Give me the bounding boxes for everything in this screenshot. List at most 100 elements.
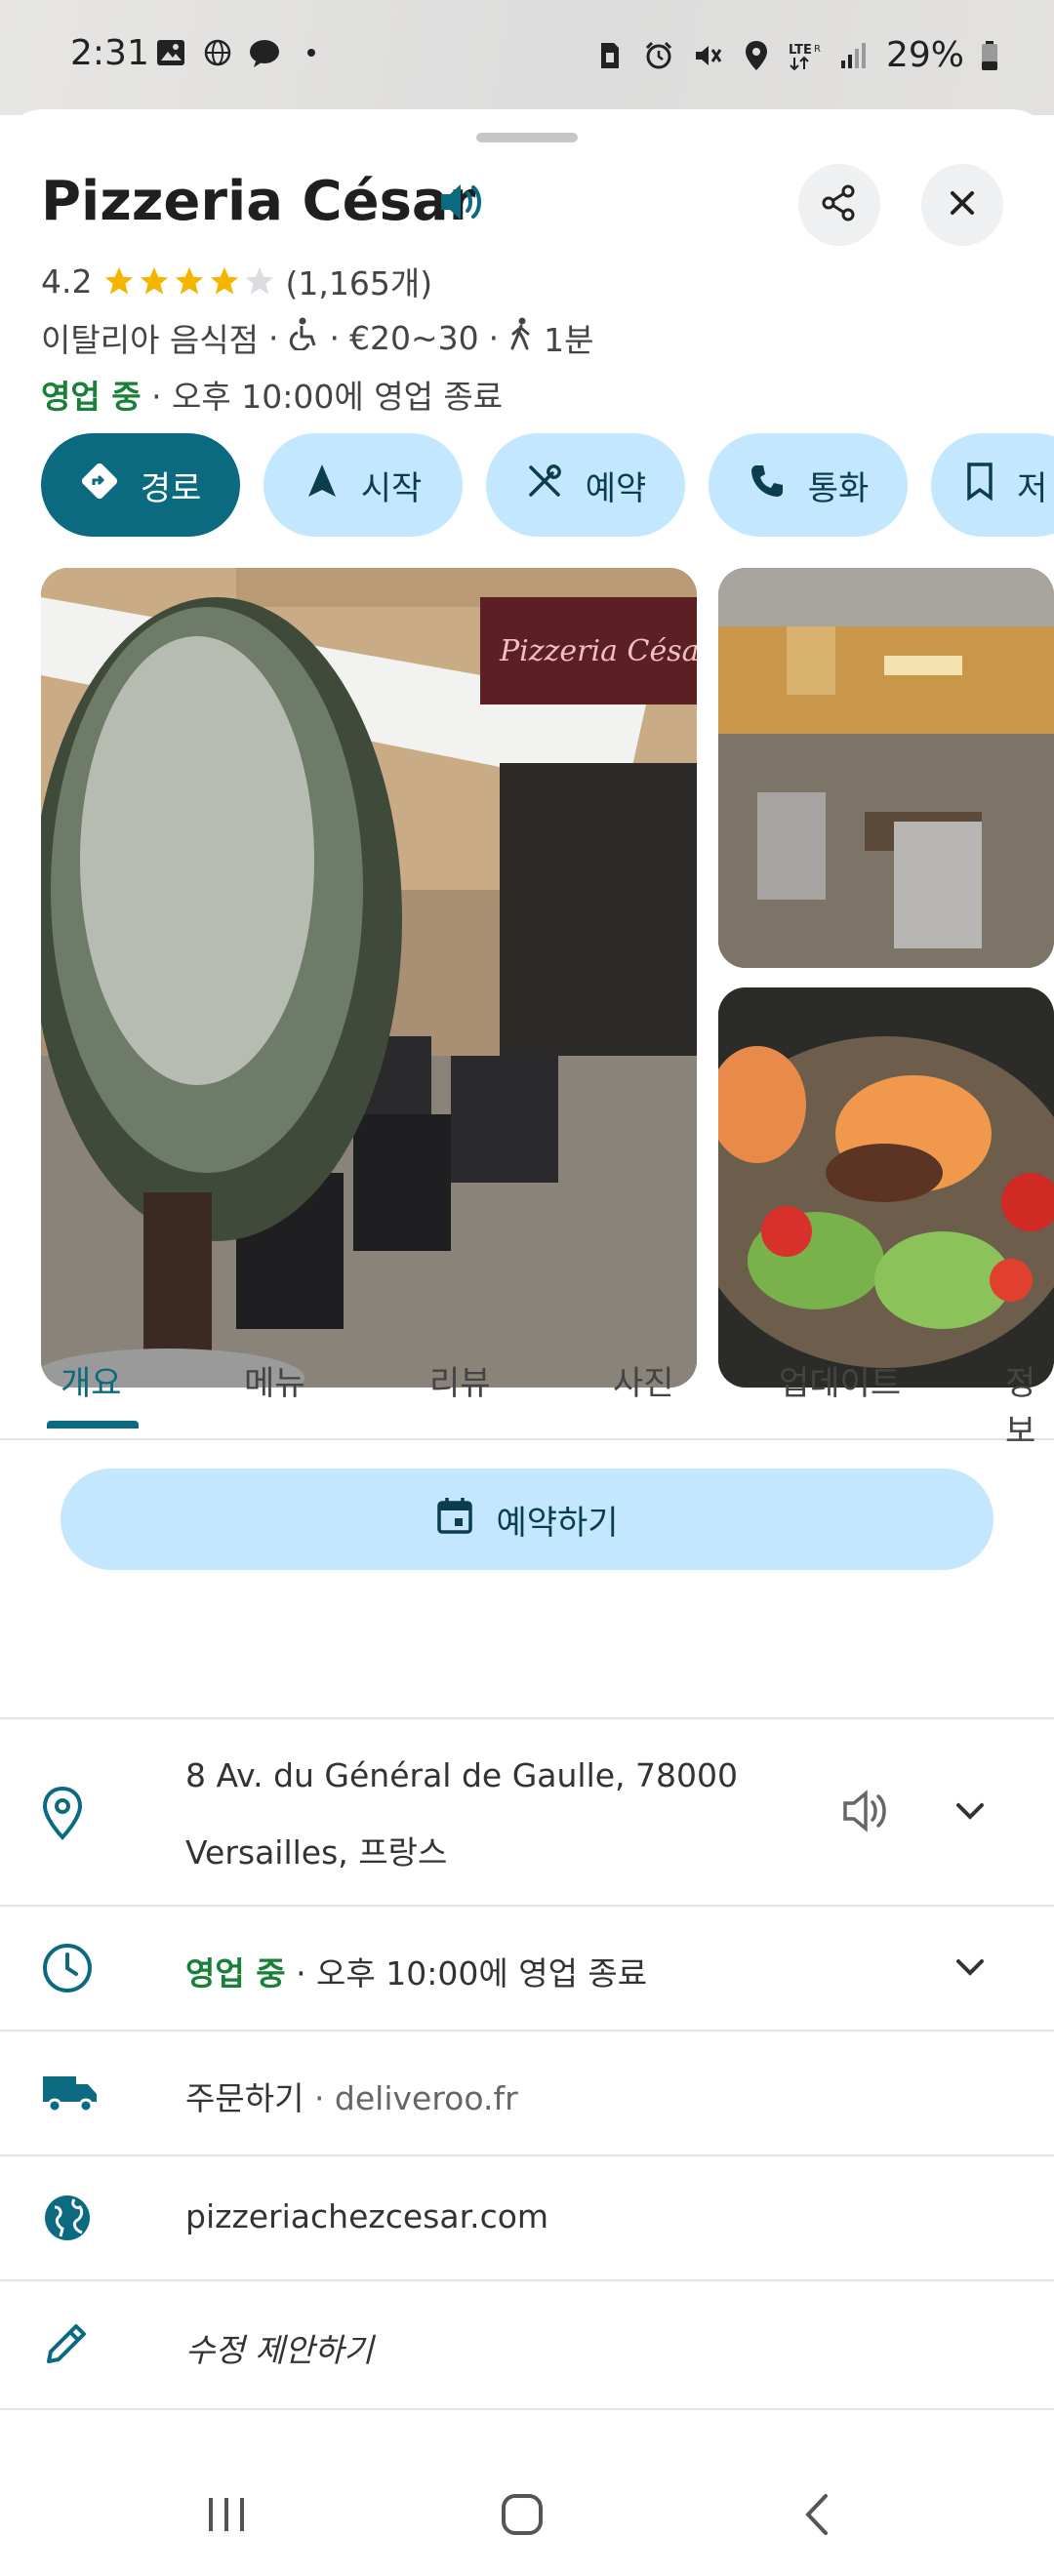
star-filled-icon bbox=[211, 266, 239, 295]
suggest-edit-row[interactable]: 수정 제안하기 bbox=[0, 2279, 1054, 2410]
directions-label: 경로 bbox=[140, 468, 202, 508]
close-button[interactable] bbox=[921, 164, 1003, 246]
tab-bar: 개요 메뉴 리뷰 사진 업데이트 정보 bbox=[0, 1327, 1054, 1451]
directions-button[interactable]: 경로 bbox=[41, 433, 240, 537]
star-filled-icon bbox=[105, 266, 134, 295]
close-icon bbox=[947, 187, 978, 222]
tab-menu[interactable]: 메뉴 bbox=[244, 1356, 305, 1404]
status-time: 2:31 bbox=[70, 33, 149, 73]
gallery-icon bbox=[154, 37, 187, 68]
svg-text:LTE: LTE bbox=[789, 43, 812, 58]
start-label: 시작 bbox=[360, 468, 423, 508]
calendar-icon bbox=[435, 1495, 474, 1545]
hours-row[interactable]: 영업 중 · 오후 10:00에 영업 종료 bbox=[0, 1905, 1054, 2032]
price-range: €20~30 bbox=[349, 318, 479, 357]
save-button[interactable]: 저 bbox=[931, 433, 1054, 537]
walk-time: 1분 bbox=[544, 321, 594, 359]
signal-icon bbox=[837, 40, 871, 71]
walking-icon bbox=[508, 317, 534, 358]
website-link[interactable]: pizzeriachezcesar.com bbox=[185, 2197, 548, 2235]
place-category: 이탈리아 음식점 bbox=[41, 321, 260, 359]
speaker-icon[interactable] bbox=[437, 180, 486, 228]
save-label: 저 bbox=[1017, 468, 1048, 508]
open-status: 영업 중 bbox=[41, 378, 142, 416]
star-filled-icon bbox=[176, 266, 204, 295]
directions-icon bbox=[80, 462, 119, 509]
separator: · bbox=[488, 318, 500, 357]
tab-photos[interactable]: 사진 bbox=[613, 1356, 674, 1404]
terrace-photo-art: Pizzeria César bbox=[41, 568, 697, 1388]
rating-stars bbox=[101, 264, 277, 298]
reserve-chip[interactable]: 예약 bbox=[486, 433, 685, 537]
mute-icon bbox=[691, 40, 724, 71]
hours-status: 영업 중 bbox=[185, 1954, 286, 1992]
reserve-table-button[interactable]: 예약하기 bbox=[61, 1469, 993, 1570]
tab-updates[interactable]: 업데이트 bbox=[779, 1356, 901, 1404]
hours-text: 영업 중 · 오후 10:00에 영업 종료 bbox=[185, 1948, 647, 1994]
back-icon[interactable] bbox=[798, 2492, 837, 2541]
bookmark-icon bbox=[964, 462, 995, 509]
home-icon[interactable] bbox=[498, 2490, 547, 2543]
tab-reviews[interactable]: 리뷰 bbox=[429, 1356, 491, 1404]
phone-icon bbox=[748, 462, 787, 509]
start-button[interactable]: 시작 bbox=[264, 433, 463, 537]
order-site: · deliveroo.fr bbox=[304, 2079, 518, 2117]
call-label: 통화 bbox=[807, 468, 870, 508]
share-button[interactable] bbox=[798, 164, 880, 246]
reserve-chip-label: 예약 bbox=[585, 468, 647, 508]
action-chips: 경로 시작 예약 통화 저 bbox=[41, 433, 1054, 537]
star-filled-icon bbox=[141, 266, 169, 295]
order-text: 주문하기 · deliveroo.fr bbox=[185, 2073, 518, 2119]
address-line1: 8 Av. du Général de Gaulle, 78000 bbox=[185, 1756, 739, 1794]
location-pin-icon bbox=[41, 1786, 84, 1844]
active-tab-indicator bbox=[47, 1421, 139, 1429]
wheelchair-icon bbox=[289, 317, 320, 358]
chevron-down-icon[interactable] bbox=[953, 1953, 988, 1985]
pencil-icon bbox=[41, 2318, 92, 2373]
status-bar: 2:31 LTE R 29% bbox=[0, 0, 1054, 115]
website-row[interactable]: pizzeriachezcesar.com bbox=[0, 2154, 1054, 2281]
read-aloud-icon[interactable] bbox=[841, 1788, 892, 1838]
interior-photo-art bbox=[718, 568, 1054, 968]
globe-icon bbox=[201, 37, 234, 68]
chevron-down-icon[interactable] bbox=[953, 1797, 988, 1829]
open-status-row: 영업 중 · 오후 10:00에 영업 종료 bbox=[41, 371, 503, 418]
suggest-edit-label: 수정 제안하기 bbox=[185, 2331, 374, 2369]
interior-photo[interactable] bbox=[718, 568, 1054, 968]
system-nav-bar bbox=[0, 2459, 1054, 2576]
place-title: Pizzeria César bbox=[41, 170, 476, 233]
address-row[interactable]: 8 Av. du Général de Gaulle, 78000 Versai… bbox=[0, 1717, 1054, 1907]
lte-icon: LTE R bbox=[789, 40, 822, 71]
tab-about[interactable]: 정보 bbox=[1005, 1356, 1054, 1452]
reserve-label: 예약하기 bbox=[496, 1503, 619, 1543]
recents-icon[interactable] bbox=[203, 2492, 252, 2541]
close-info: · 오후 10:00에 영업 종료 bbox=[151, 378, 504, 416]
alarm-icon bbox=[642, 40, 675, 71]
order-label: 주문하기 bbox=[185, 2079, 304, 2117]
hours-info: · 오후 10:00에 영업 종료 bbox=[285, 1954, 648, 1992]
separator: · bbox=[268, 318, 279, 357]
tab-overview[interactable]: 개요 bbox=[61, 1356, 122, 1404]
sim-icon bbox=[593, 40, 627, 71]
main-photo[interactable]: Pizzeria César bbox=[41, 568, 697, 1388]
battery-percent: 29% bbox=[885, 35, 964, 75]
cutlery-icon bbox=[525, 462, 564, 509]
address-line2: Versailles, 프랑스 bbox=[185, 1833, 448, 1872]
location-icon bbox=[740, 40, 773, 71]
order-row[interactable]: 주문하기 · deliveroo.fr bbox=[0, 2030, 1054, 2156]
status-left-icons bbox=[154, 37, 328, 68]
separator: · bbox=[329, 318, 341, 357]
rating-value: 4.2 bbox=[41, 262, 93, 301]
navigation-icon bbox=[304, 462, 340, 509]
drag-handle[interactable] bbox=[476, 133, 578, 142]
call-button[interactable]: 통화 bbox=[709, 433, 908, 537]
status-right-icons: LTE R 29% bbox=[593, 35, 999, 75]
battery-icon bbox=[980, 40, 999, 71]
review-count: (1,165개) bbox=[285, 264, 433, 302]
meta-row: 이탈리아 음식점 · · €20~30 · 1분 bbox=[41, 314, 594, 361]
star-empty-icon bbox=[246, 266, 274, 295]
dot-icon bbox=[295, 37, 328, 68]
globe-icon bbox=[41, 2192, 94, 2248]
rating-row[interactable]: 4.2 (1,165개) bbox=[41, 258, 432, 304]
restaurant-sign: Pizzeria César bbox=[499, 634, 697, 668]
